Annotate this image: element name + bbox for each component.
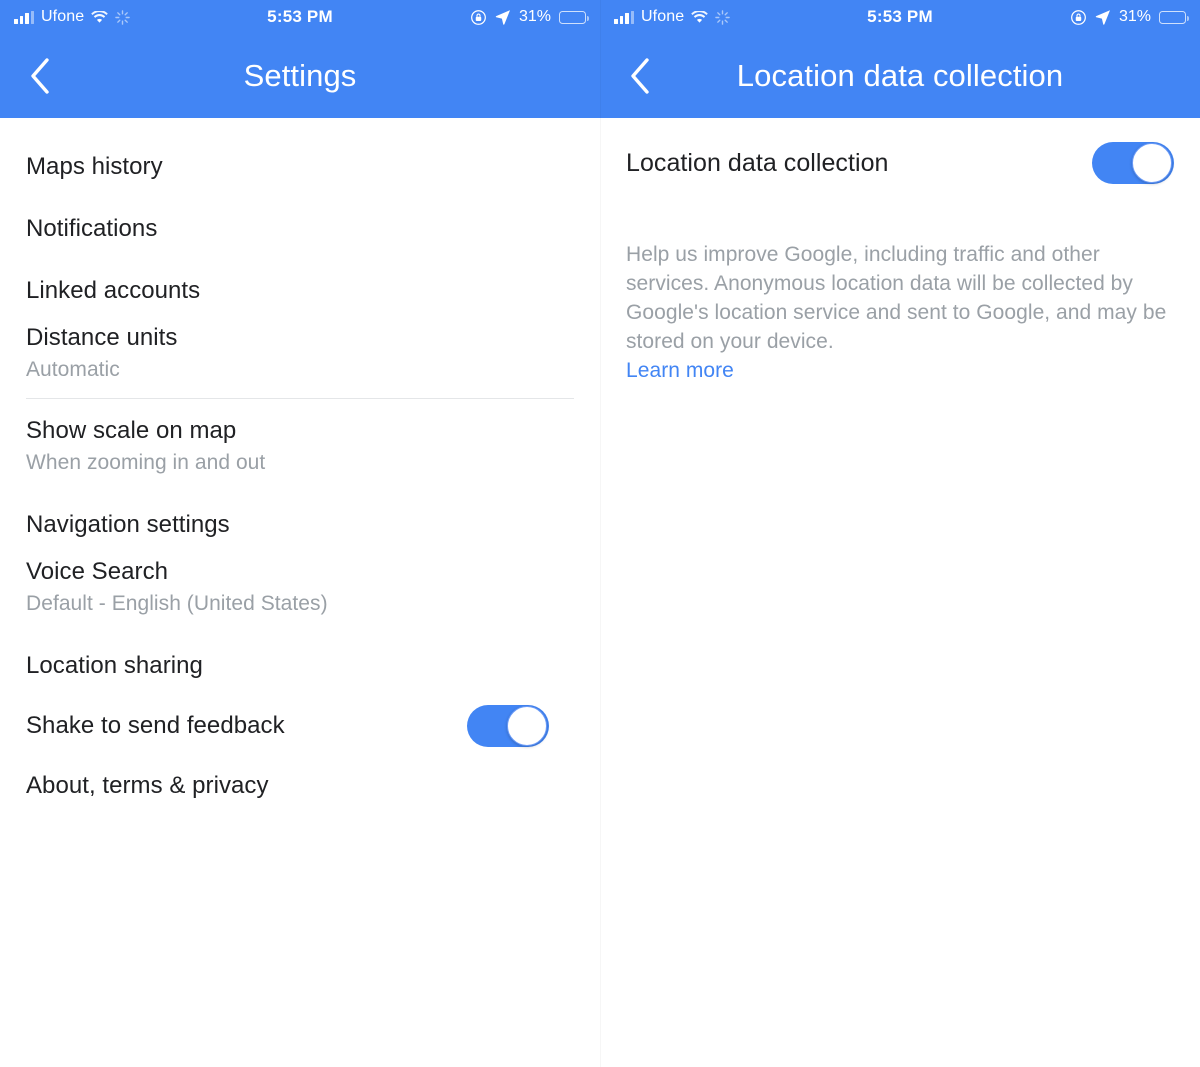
- learn-more-link[interactable]: Learn more: [626, 356, 734, 385]
- settings-row-navigation-settings[interactable]: Navigation settings: [0, 473, 600, 552]
- right-panel-location-data-collection: Ufone 5:53 PM 31% Location data collecti…: [600, 0, 1200, 1067]
- row-subtitle: When zooming in and out: [26, 451, 266, 474]
- toggle-knob: [1132, 143, 1172, 183]
- location-data-collection-description: Help us improve Google, including traffi…: [626, 243, 1167, 353]
- row-title: Linked accounts: [26, 277, 201, 304]
- row-title: Show scale on map: [26, 417, 237, 444]
- settings-row-show-scale-on-map[interactable]: Show scale on map When zooming in and ou…: [0, 399, 600, 474]
- carrier-label: Ufone: [41, 8, 85, 25]
- status-bar-right: Ufone 5:53 PM 31%: [600, 0, 1200, 34]
- dual-screenshot-canvas: Ufone 5:53 PM 31% Settings Maps history …: [0, 0, 1200, 1067]
- shake-to-send-feedback-toggle[interactable]: [467, 705, 549, 747]
- right-nav-header: Location data collection: [600, 34, 1200, 118]
- chevron-left-icon: [31, 58, 49, 94]
- location-arrow-icon: [495, 10, 510, 25]
- row-title: About, terms & privacy: [26, 772, 269, 799]
- battery-percent-label: 31%: [518, 8, 551, 25]
- carrier-label: Ufone: [641, 8, 685, 25]
- row-title: Shake to send feedback: [26, 712, 285, 739]
- location-data-collection-label: Location data collection: [626, 148, 889, 177]
- status-bar-left-group: Ufone: [614, 8, 730, 26]
- settings-row-location-sharing[interactable]: Location sharing: [0, 614, 600, 693]
- settings-row-notifications[interactable]: Notifications: [0, 194, 600, 256]
- signal-bars-icon: [14, 10, 34, 24]
- location-data-collection-body: Location data collection Help us improve…: [600, 118, 1200, 385]
- right-page-title: Location data collection: [736, 58, 1064, 93]
- row-title: Maps history: [26, 153, 163, 180]
- status-bar-left: Ufone 5:53 PM 31%: [0, 0, 600, 34]
- activity-spinner-icon: [115, 9, 130, 25]
- row-title: Navigation settings: [26, 511, 230, 538]
- left-panel-settings: Ufone 5:53 PM 31% Settings Maps history …: [0, 0, 600, 1067]
- row-title: Notifications: [26, 215, 158, 242]
- row-title: Voice Search: [26, 558, 169, 585]
- wifi-icon: [91, 10, 109, 23]
- status-bar-left-group: Ufone: [14, 8, 130, 26]
- back-button-right[interactable]: [618, 54, 662, 98]
- row-subtitle: Automatic: [26, 358, 120, 381]
- battery-icon: [559, 10, 589, 24]
- left-page-title: Settings: [243, 58, 357, 93]
- status-bar-right-group: 31%: [1070, 8, 1189, 26]
- settings-row-distance-units[interactable]: Distance units Automatic: [0, 318, 600, 381]
- settings-row-about-terms-privacy[interactable]: About, terms & privacy: [0, 753, 600, 813]
- settings-list: Maps history Notifications Linked accoun…: [0, 118, 600, 813]
- status-bar-right-group: 31%: [470, 8, 589, 26]
- location-arrow-icon: [1095, 10, 1110, 25]
- chevron-left-icon: [631, 58, 649, 94]
- signal-bars-icon: [614, 10, 634, 24]
- settings-row-voice-search[interactable]: Voice Search Default - English (United S…: [0, 552, 600, 615]
- back-button-left[interactable]: [18, 54, 62, 98]
- rotation-lock-icon: [471, 9, 486, 25]
- location-data-collection-setting-row[interactable]: Location data collection: [626, 118, 1174, 184]
- row-title: Distance units: [26, 324, 178, 351]
- row-subtitle: Default - English (United States): [26, 592, 328, 615]
- location-data-collection-toggle[interactable]: [1092, 142, 1174, 184]
- battery-percent-label: 31%: [1118, 8, 1151, 25]
- toggle-knob: [507, 706, 547, 746]
- row-title: Location sharing: [26, 652, 203, 679]
- battery-icon: [1159, 10, 1189, 24]
- activity-spinner-icon: [715, 9, 730, 25]
- settings-row-linked-accounts[interactable]: Linked accounts: [0, 256, 600, 318]
- wifi-icon: [691, 10, 709, 23]
- rotation-lock-icon: [1071, 9, 1086, 25]
- settings-row-maps-history[interactable]: Maps history: [0, 118, 600, 194]
- settings-row-shake-to-send-feedback[interactable]: Shake to send feedback: [0, 693, 600, 753]
- left-nav-header: Settings: [0, 34, 600, 118]
